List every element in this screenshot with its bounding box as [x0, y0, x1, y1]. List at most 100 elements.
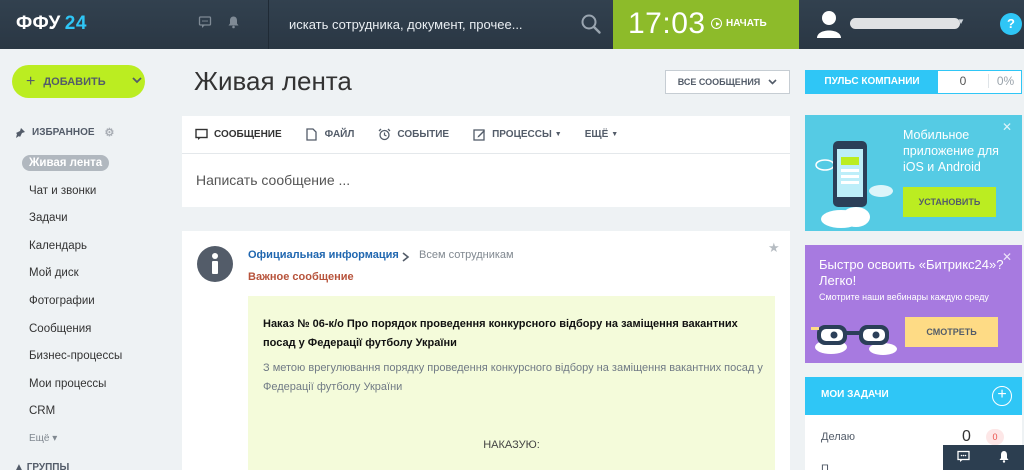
page-title: Живая лента	[194, 66, 352, 96]
sidebar-item-business-processes[interactable]: Бизнес-процессы	[22, 346, 122, 374]
groups-icon: ▲	[14, 462, 27, 470]
glasses-illustration-icon	[811, 325, 897, 355]
post-body: Наказ № 06-к/о Про порядок проведення ко…	[248, 296, 775, 470]
pulse-percent: 0%	[988, 74, 1022, 88]
post-body-text: З метою врегулювання порядку проведення …	[263, 362, 763, 393]
top-bar: ФФУ24 17:03 НАЧАТЬ ▼ ?	[0, 0, 1024, 49]
chevron-right-icon	[402, 252, 410, 262]
start-label: НАЧАТЬ	[726, 18, 767, 29]
add-task-button[interactable]: +	[992, 386, 1012, 406]
help-button[interactable]: ?	[1000, 13, 1022, 35]
favorites-section-title: ИЗБРАННОЕ ⚙	[14, 126, 114, 139]
add-button-label: ДОБАВИТЬ	[43, 75, 106, 88]
webinar-banner-subtitle: Смотрите наши вебинары каждую среду	[819, 292, 989, 302]
sidebar-item-my-drive[interactable]: Мой диск	[22, 263, 122, 291]
company-pulse[interactable]: ПУЛЬС КОМПАНИИ 0 0%	[805, 70, 1022, 94]
mobile-banner-text: Мобильное приложение для iOS и Android	[903, 128, 999, 174]
sidebar-item-label: Задачи	[29, 212, 68, 225]
logo-text: ФФУ	[16, 13, 61, 34]
tab-label: СОБЫТИЕ	[397, 129, 450, 140]
sidebar-item-label: Мои процессы	[29, 377, 107, 390]
search-input[interactable]	[289, 14, 569, 34]
clock-time: 17:03	[628, 7, 706, 40]
search-button[interactable]	[573, 8, 609, 40]
chat-icon[interactable]	[196, 15, 214, 33]
message-input[interactable]	[196, 172, 776, 188]
watch-button[interactable]: СМОТРЕТЬ	[905, 317, 998, 347]
bell-icon[interactable]	[984, 450, 1024, 466]
task-row-label: Делаю	[821, 431, 855, 443]
pulse-label: ПУЛЬС КОМПАНИИ	[806, 70, 938, 94]
sidebar-more-label: Ещё	[29, 432, 50, 444]
gear-icon[interactable]: ⚙	[105, 126, 115, 139]
post-body-order: НАКАЗУЮ:	[483, 439, 540, 451]
chevron-down-icon	[132, 76, 142, 87]
sidebar-item-tasks[interactable]: Задачи	[22, 208, 122, 236]
sidebar-item-label: Мой диск	[29, 267, 79, 280]
tasks-header: МОИ ЗАДАЧИ +	[805, 377, 1022, 415]
add-button[interactable]: + ДОБАВИТЬ	[12, 65, 145, 98]
chevron-down-icon: ▼	[957, 17, 965, 26]
user-avatar-icon	[817, 11, 841, 38]
groups-section-title: ▲ ГРУППЫ	[14, 462, 69, 470]
mobile-app-banner: ✕ Мобильное приложение для iOS и Android…	[805, 115, 1022, 231]
install-button[interactable]: УСТАНОВИТЬ	[903, 187, 996, 217]
search-icon	[581, 14, 601, 34]
play-icon	[711, 18, 722, 29]
composer-tabs: СООБЩЕНИЕ ФАЙЛ СОБЫТИЕ ПРОЦЕССЫ ▼ ЕЩЁ ▼	[182, 116, 790, 154]
star-icon[interactable]: ★	[768, 240, 780, 256]
logo[interactable]: ФФУ 24	[16, 13, 87, 35]
pulse-value: 0	[959, 74, 967, 88]
work-day-clock[interactable]: 17:03 НАЧАТЬ	[613, 0, 799, 49]
sidebar-more[interactable]: Ещё ▾	[22, 429, 122, 457]
sidebar-item-label: Бизнес-процессы	[29, 350, 123, 363]
post-composer: СООБЩЕНИЕ ФАЙЛ СОБЫТИЕ ПРОЦЕССЫ ▼ ЕЩЁ ▼	[182, 116, 790, 207]
feed-post: Официальная информация Всем сотрудникам …	[182, 231, 790, 470]
sidebar-item-crm[interactable]: CRM	[22, 401, 122, 429]
tab-label: СООБЩЕНИЕ	[214, 129, 282, 140]
chevron-down-icon: ▼	[611, 131, 619, 138]
webinar-banner-title: Быстро освоить «Битрикс24»? Легко!	[819, 257, 1004, 288]
alarm-clock-icon	[377, 128, 391, 142]
pin-icon	[16, 127, 25, 138]
tab-event[interactable]: СОБЫТИЕ	[377, 128, 449, 142]
chevron-down-icon	[768, 79, 777, 85]
tasks-title: МОИ ЗАДАЧИ	[821, 389, 889, 400]
post-recipients: Всем сотрудникам	[419, 249, 514, 261]
chat-icon[interactable]	[943, 450, 984, 466]
phone-illustration-icon	[815, 141, 893, 228]
sidebar-item-calendar[interactable]: Календарь	[22, 236, 122, 264]
tab-message[interactable]: СООБЩЕНИЕ	[194, 128, 282, 142]
favorites-label: ИЗБРАННОЕ	[32, 127, 95, 138]
tab-more[interactable]: ЕЩЁ ▼	[585, 129, 619, 140]
start-workday-button[interactable]: НАЧАТЬ	[711, 18, 767, 29]
sidebar-item-my-processes[interactable]: Мои процессы	[22, 374, 122, 402]
task-row-next[interactable]: П	[821, 463, 829, 470]
sidebar-item-label: Живая лента	[22, 155, 110, 171]
tab-processes[interactable]: ПРОЦЕССЫ ▼	[472, 128, 562, 142]
filter-dropdown[interactable]: ВСЕ СООБЩЕНИЯ	[665, 70, 790, 94]
sidebar-item-live-feed[interactable]: Живая лента	[22, 153, 122, 181]
logo-number: 24	[64, 13, 87, 34]
sidebar-item-photos[interactable]: Фотографии	[22, 291, 122, 319]
sidebar-menu: Живая лента Чат и звонки Задачи Календар…	[22, 153, 122, 457]
tab-file[interactable]: ФАЙЛ	[305, 127, 354, 142]
tab-label: ЕЩЁ	[584, 129, 609, 140]
sidebar-item-messages[interactable]: Сообщения	[22, 319, 122, 347]
important-tag: Важное сообщение	[248, 271, 354, 283]
task-row-badge: 0	[986, 429, 1004, 445]
task-row-count: 0	[962, 428, 971, 445]
plus-icon: +	[26, 72, 36, 90]
sidebar-item-label: Календарь	[29, 239, 88, 252]
filter-label: ВСЕ СООБЩЕНИЯ	[677, 77, 761, 87]
sidebar-item-chat[interactable]: Чат и звонки	[22, 181, 122, 209]
webinar-banner: ✕ Быстро освоить «Битрикс24»? Легко! Смо…	[805, 245, 1022, 363]
info-icon	[197, 246, 233, 282]
sidebar-item-label: CRM	[29, 405, 56, 418]
post-author-link[interactable]: Официальная информация	[248, 249, 399, 261]
groups-label: ГРУППЫ	[26, 462, 70, 470]
post-body-title: Наказ № 06-к/о Про порядок проведення ко…	[263, 318, 738, 349]
sidebar-item-label: Сообщения	[29, 322, 92, 335]
bottom-chat-bar	[943, 445, 1024, 470]
bell-icon[interactable]	[224, 15, 242, 33]
